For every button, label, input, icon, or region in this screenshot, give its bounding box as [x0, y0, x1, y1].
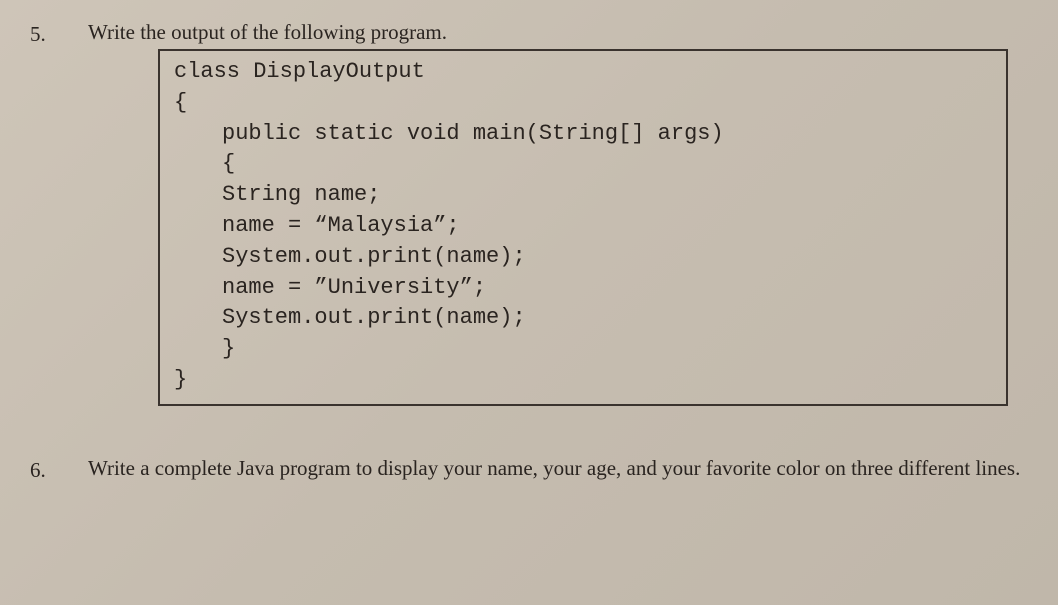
question-number: 5. [30, 20, 60, 47]
code-listing-box: class DisplayOutput { public static void… [158, 49, 1008, 406]
code-line: System.out.print(name); [174, 242, 992, 273]
question-prompt: Write a complete Java program to display… [88, 456, 1028, 481]
question-prompt: Write the output of the following progra… [88, 20, 1028, 45]
question-6: 6. Write a complete Java program to disp… [30, 456, 1028, 485]
code-line: { [174, 149, 992, 180]
question-body: Write the output of the following progra… [88, 20, 1028, 406]
question-body: Write a complete Java program to display… [88, 456, 1028, 485]
code-line: class DisplayOutput [174, 57, 992, 88]
code-line: { [174, 88, 992, 119]
code-line: public static void main(String[] args) [174, 119, 992, 150]
code-line: name = “Malaysia”; [174, 211, 992, 242]
question-5: 5. Write the output of the following pro… [30, 20, 1028, 406]
code-line: String name; [174, 180, 992, 211]
question-number: 6. [30, 456, 60, 483]
worksheet-page: 5. Write the output of the following pro… [30, 20, 1028, 485]
code-line: } [174, 365, 992, 396]
code-line: name = ”University”; [174, 273, 992, 304]
code-line: } [174, 334, 992, 365]
code-line: System.out.print(name); [174, 303, 992, 334]
